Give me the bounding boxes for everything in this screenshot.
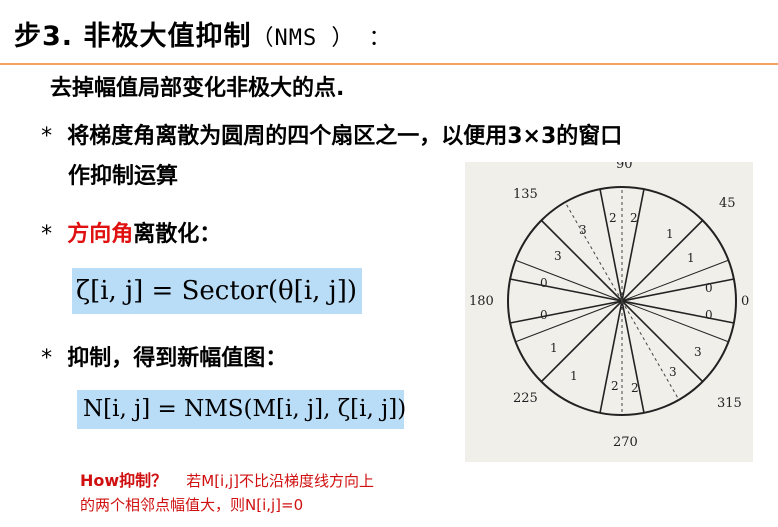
sector-dashed-lines [564, 187, 680, 415]
sector-label: 2 [609, 211, 617, 225]
nms-formula: N[i, j] = NMS(M[i, j], ζ[i, j]) [77, 390, 406, 429]
bullet-text: 将梯度角离散为圆周的四个扇区之一，以便用3×3的窗口 [67, 124, 623, 149]
sector-label: 1 [687, 251, 695, 265]
sector-label: 3 [554, 249, 562, 263]
sector-circle-figure: 90 45 135 0 180 225 315 270 2 2 1 3 3 1 … [469, 157, 749, 450]
bullet-continuation: 作抑制运算 [68, 164, 179, 189]
bullet-sector-discretization: * 将梯度角离散为圆周的四个扇区之一，以便用3×3的窗口 [40, 118, 622, 150]
bullet-star: * [40, 222, 54, 247]
angle-label-0: 0 [741, 294, 749, 309]
title-main: 步3. 非极大值抑制 [14, 21, 252, 52]
angle-label-315: 315 [717, 396, 742, 411]
highlight-direction-angle: 方向角 [67, 222, 134, 247]
page-title: 步3. 非极大值抑制（NMS ） ： [14, 14, 392, 53]
angle-label-180: 180 [469, 294, 494, 309]
suppression-note: How抑制？ 若M[i,j]不比沿梯度线方向上 的两个相邻点幅值大，则N[i,j… [80, 469, 374, 517]
angle-label-270: 270 [613, 435, 638, 450]
bullet-angle-discretization: * 方向角离散化： [40, 216, 221, 248]
sector-label: 1 [570, 369, 578, 383]
angle-label-45: 45 [719, 196, 736, 211]
sector-label: 0 [705, 308, 713, 322]
title-suffix: （NMS ） ： [251, 26, 392, 51]
sector-label: 0 [540, 276, 548, 290]
sector-diagram: 90 45 135 0 180 225 315 270 2 2 1 3 3 1 … [465, 157, 753, 462]
angle-label-225: 225 [513, 391, 538, 406]
sector-label: 2 [611, 379, 619, 393]
sector-label: 1 [550, 341, 558, 355]
note-text-line2: 的两个相邻点幅值大，则N[i,j]=0 [80, 496, 304, 514]
sector-formula: ζ[i, j] = Sector(θ[i, j]) [72, 268, 362, 314]
sector-label: 0 [540, 308, 548, 322]
angle-label-90: 90 [616, 162, 633, 172]
note-text-line1: 若M[i,j]不比沿梯度线方向上 [186, 472, 375, 490]
sector-label: 1 [666, 227, 674, 241]
sector-label: 2 [631, 381, 639, 395]
intro-text: 去掉幅值局部变化非极大的点. [50, 76, 345, 101]
bullet-suppression: * 抑制，得到新幅值图： [40, 340, 287, 372]
sector-label: 3 [579, 223, 587, 237]
sector-label: 0 [705, 281, 713, 295]
angle-label-135: 135 [513, 187, 538, 202]
bullet-star: * [40, 346, 54, 371]
bullet-text: 离散化： [133, 222, 222, 247]
note-lead: How抑制？ [80, 471, 168, 490]
sector-label: 2 [630, 211, 638, 225]
bullet-text: 抑制，得到新幅值图： [67, 346, 288, 371]
title-divider [0, 63, 778, 65]
sector-label: 3 [669, 365, 677, 379]
bullet-star: * [40, 124, 54, 149]
sector-label: 3 [694, 345, 702, 359]
